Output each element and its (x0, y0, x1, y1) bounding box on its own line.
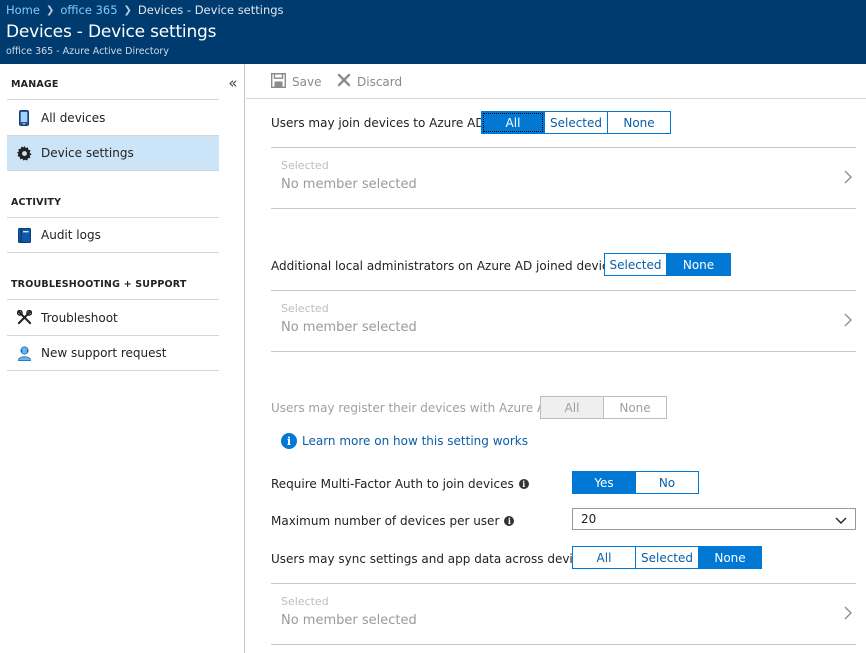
join-devices-label: Users may join devices to Azure AD i (271, 116, 500, 130)
chevron-right-icon (844, 313, 852, 330)
chevron-right-icon: ❯ (45, 4, 55, 16)
max-devices-value: 20 (581, 512, 597, 526)
breadcrumb: Home ❯ office 365 ❯ Devices - Device set… (6, 3, 284, 17)
sidebar-item-new-support-request[interactable]: New support request (7, 335, 219, 371)
breadcrumb-home-link[interactable]: Home (6, 3, 40, 17)
save-label: Save (292, 75, 322, 89)
local-admins-text: Additional local administrators on Azure… (271, 259, 623, 273)
admins-option-selected[interactable]: Selected (604, 253, 667, 276)
max-devices-dropdown[interactable]: 20 (572, 508, 856, 530)
register-devices-text: Users may register their devices with Az… (271, 401, 555, 415)
admins-members-selector[interactable]: Selected No member selected (271, 290, 856, 352)
sync-members-selector[interactable]: Selected No member selected (271, 583, 856, 645)
mfa-option-no[interactable]: No (636, 471, 699, 494)
info-icon[interactable]: i (518, 479, 529, 489)
page-title: Devices - Device settings (6, 22, 217, 42)
save-icon (270, 72, 287, 91)
command-bar: Save Discard (246, 64, 866, 99)
join-devices-toggle: All Selected None (481, 111, 671, 134)
join-members-selector[interactable]: Selected No member selected (271, 147, 856, 209)
sidebar-item-troubleshoot[interactable]: Troubleshoot (7, 299, 219, 335)
breadcrumb-office365-link[interactable]: office 365 (60, 3, 117, 17)
sidebar-item-label: All devices (41, 110, 106, 125)
local-admins-label: Additional local administrators on Azure… (271, 259, 638, 273)
register-option-none: None (604, 396, 667, 419)
section-label-activity: ACTIVITY (11, 197, 62, 208)
join-option-all[interactable]: All (481, 111, 545, 134)
info-icon[interactable]: i (504, 516, 515, 526)
members-value: No member selected (281, 613, 417, 628)
join-devices-text: Users may join devices to Azure AD (271, 116, 485, 130)
max-devices-label: Maximum number of devices per user i (271, 514, 515, 528)
sync-settings-toggle: All Selected None (572, 546, 762, 569)
members-caption: Selected (281, 159, 329, 172)
members-caption: Selected (281, 302, 329, 315)
sidebar-item-audit-logs[interactable]: Audit logs (7, 217, 219, 253)
info-circle-icon: i (281, 433, 297, 449)
local-admins-toggle: Selected None (604, 253, 731, 276)
mfa-label: Require Multi-Factor Auth to join device… (271, 477, 529, 491)
sidebar-item-label: Troubleshoot (41, 310, 118, 325)
chevron-right-icon: ❯ (123, 4, 132, 16)
close-icon (337, 73, 351, 90)
members-caption: Selected (281, 595, 329, 608)
sidebar-item-label: Audit logs (41, 228, 101, 242)
collapse-sidebar-icon[interactable]: « (226, 74, 240, 92)
register-devices-label: Users may register their devices with Az… (271, 401, 570, 415)
phone-icon (7, 109, 41, 126)
sync-settings-text: Users may sync settings and app data acr… (271, 552, 594, 566)
chevron-right-icon (844, 606, 852, 623)
learn-more-text: Learn more on how this setting works (302, 434, 529, 448)
section-label-manage: MANAGE (11, 79, 59, 90)
members-value: No member selected (281, 320, 417, 335)
register-option-all: All (540, 396, 604, 419)
sync-settings-label: Users may sync settings and app data acr… (271, 552, 609, 566)
blade-header: Home ❯ office 365 ❯ Devices - Device set… (0, 0, 866, 64)
discard-label: Discard (357, 74, 403, 89)
book-icon (7, 227, 41, 243)
chevron-down-icon (835, 514, 847, 528)
admins-option-none[interactable]: None (667, 253, 731, 276)
discard-button[interactable]: Discard (337, 73, 402, 90)
gear-icon (7, 145, 41, 161)
sync-option-all[interactable]: All (572, 546, 636, 569)
breadcrumb-current: Devices - Device settings (137, 3, 284, 17)
members-value: No member selected (281, 177, 417, 192)
join-option-selected[interactable]: Selected (545, 111, 608, 134)
sidebar-item-all-devices[interactable]: All devices (7, 99, 219, 135)
page-subtitle: office 365 - Azure Active Directory (6, 46, 169, 57)
sync-option-selected[interactable]: Selected (636, 546, 699, 569)
sidebar: « MANAGE All devices Device settings ACT… (0, 64, 245, 653)
section-label-troubleshooting: TROUBLESHOOTING + SUPPORT (11, 279, 187, 290)
mfa-text: Require Multi-Factor Auth to join device… (271, 477, 514, 491)
chevron-right-icon (844, 170, 852, 187)
sidebar-item-device-settings[interactable]: Device settings (7, 135, 219, 171)
max-devices-text: Maximum number of devices per user (271, 514, 500, 528)
sync-option-none[interactable]: None (699, 546, 762, 569)
support-person-icon (7, 345, 41, 361)
wrench-icon (7, 310, 41, 325)
save-button[interactable]: Save (270, 72, 322, 91)
sidebar-item-label: Device settings (41, 146, 134, 160)
sidebar-item-label: New support request (41, 346, 167, 360)
mfa-toggle: Yes No (572, 471, 699, 494)
register-devices-toggle: All None (540, 396, 667, 419)
learn-more-link[interactable]: i Learn more on how this setting works (281, 433, 528, 449)
join-option-none[interactable]: None (608, 111, 671, 134)
mfa-option-yes[interactable]: Yes (572, 471, 636, 494)
settings-panel: Save Discard Users may join devices to A… (246, 64, 866, 653)
